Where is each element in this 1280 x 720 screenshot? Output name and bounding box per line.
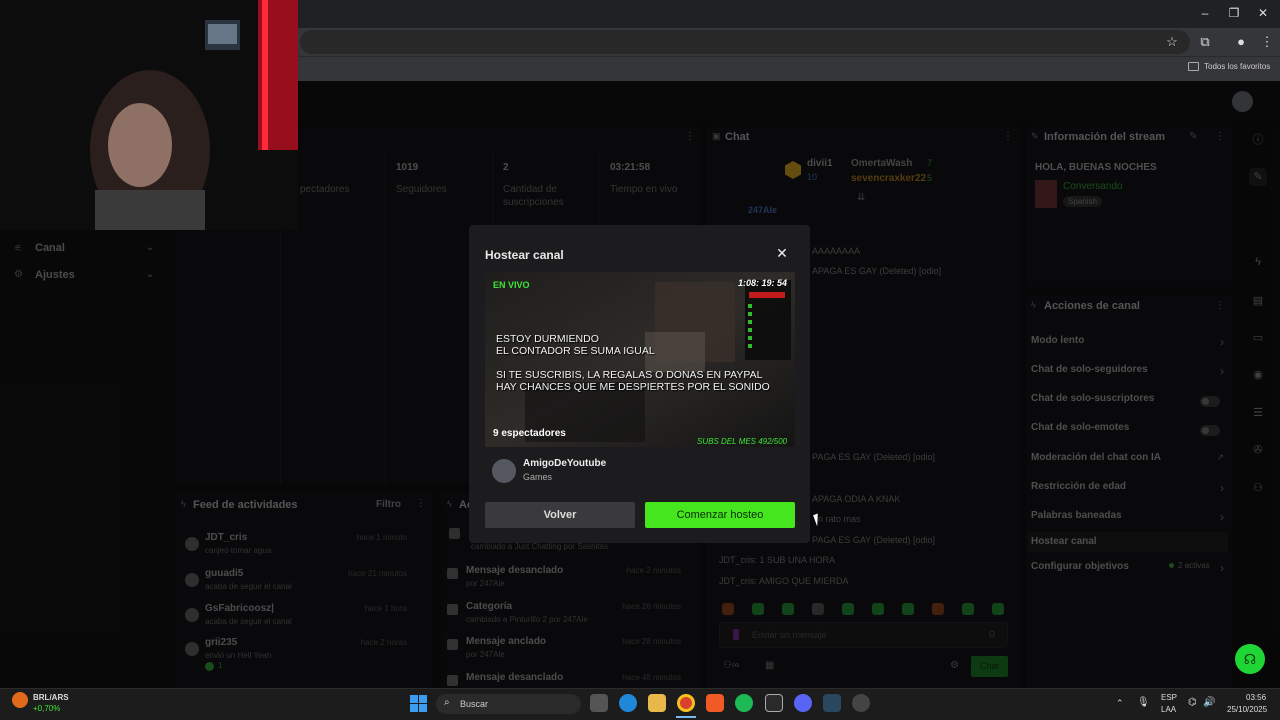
address-bar[interactable]	[300, 30, 1190, 54]
live-badge: EN VIVO	[493, 280, 530, 290]
close-window-icon[interactable]: ✕	[1254, 6, 1272, 20]
ticker-name[interactable]: BRL/ARS	[33, 693, 69, 702]
preview-scene	[485, 272, 795, 447]
epic-games-icon[interactable]	[765, 694, 783, 712]
overlay-text-line: ESTOY DURMIENDO	[496, 333, 599, 345]
folder-icon	[1188, 62, 1199, 71]
menu-dots-icon[interactable]: ⋮	[1258, 34, 1276, 50]
file-explorer-icon[interactable]	[648, 694, 666, 712]
chrome-icon[interactable]	[677, 694, 695, 712]
task-view-icon[interactable]	[590, 694, 608, 712]
ticker-change: +0,70%	[33, 704, 61, 713]
brave-icon[interactable]	[706, 694, 724, 712]
clock-time[interactable]: 03:56	[1246, 693, 1266, 702]
support-chat-icon[interactable]: ☊	[1235, 644, 1265, 674]
active-app-indicator	[676, 716, 696, 718]
webcam-overlay	[0, 0, 298, 230]
monthly-subs-counter: SUBS DEL MES 492/500	[697, 437, 788, 446]
all-bookmarks-link[interactable]: Todos los favoritos	[1204, 62, 1270, 71]
dialog-title: Hostear canal	[485, 248, 564, 262]
windows-start-icon[interactable]	[410, 695, 427, 712]
chevron-up-icon[interactable]: ⌃	[1116, 698, 1124, 709]
clock-date: 25/10/2025	[1227, 705, 1268, 714]
taskbar-search[interactable]	[436, 694, 581, 714]
minimize-icon[interactable]: –	[1196, 6, 1214, 20]
volume-icon[interactable]: 🔊	[1203, 697, 1215, 708]
extensions-icon[interactable]: ⧉	[1196, 34, 1214, 50]
language-top[interactable]: ESP	[1161, 693, 1177, 702]
search-icon: ⌕	[444, 697, 450, 708]
webcam-scene	[0, 0, 298, 230]
stream-preview-thumbnail[interactable]	[485, 272, 795, 447]
close-icon[interactable]: ✕	[774, 245, 790, 261]
spotify-icon[interactable]	[735, 694, 753, 712]
overlay-text-line: EL CONTADOR SE SUMA IGUAL	[496, 345, 655, 357]
settings-app-icon[interactable]	[852, 694, 870, 712]
back-button[interactable]: Volver	[485, 502, 635, 528]
overlay-text-line: SI TE SUSCRIBIS, LA REGALAS O DONAS EN P…	[496, 369, 763, 381]
overlay-text-line: HAY CHANCES QUE ME DESPIERTES POR EL SON…	[496, 381, 770, 393]
profile-icon[interactable]: ●	[1232, 34, 1250, 50]
start-hosting-button[interactable]: Comenzar hosteo	[645, 502, 795, 528]
viewer-count: 9 espectadores	[493, 428, 566, 439]
stream-timer: 1:08: 19: 54	[738, 278, 788, 288]
windows-taskbar	[0, 688, 1280, 720]
edge-browser-icon[interactable]	[619, 694, 637, 712]
language-bottom: LAA	[1161, 705, 1177, 714]
star-icon[interactable]: ☆	[1163, 34, 1181, 50]
channel-category: Games	[523, 472, 553, 482]
weather-icon[interactable]	[12, 692, 28, 708]
channel-name: AmigoDeYoutube	[523, 458, 607, 469]
steam-icon[interactable]	[823, 694, 841, 712]
microphone-icon[interactable]: 🎙	[1137, 697, 1150, 708]
maximize-icon[interactable]: ❐	[1225, 6, 1243, 20]
discord-icon[interactable]	[794, 694, 812, 712]
search-placeholder: Buscar	[460, 699, 489, 709]
channel-avatar	[492, 459, 516, 483]
network-icon[interactable]: ⌬	[1188, 697, 1197, 708]
